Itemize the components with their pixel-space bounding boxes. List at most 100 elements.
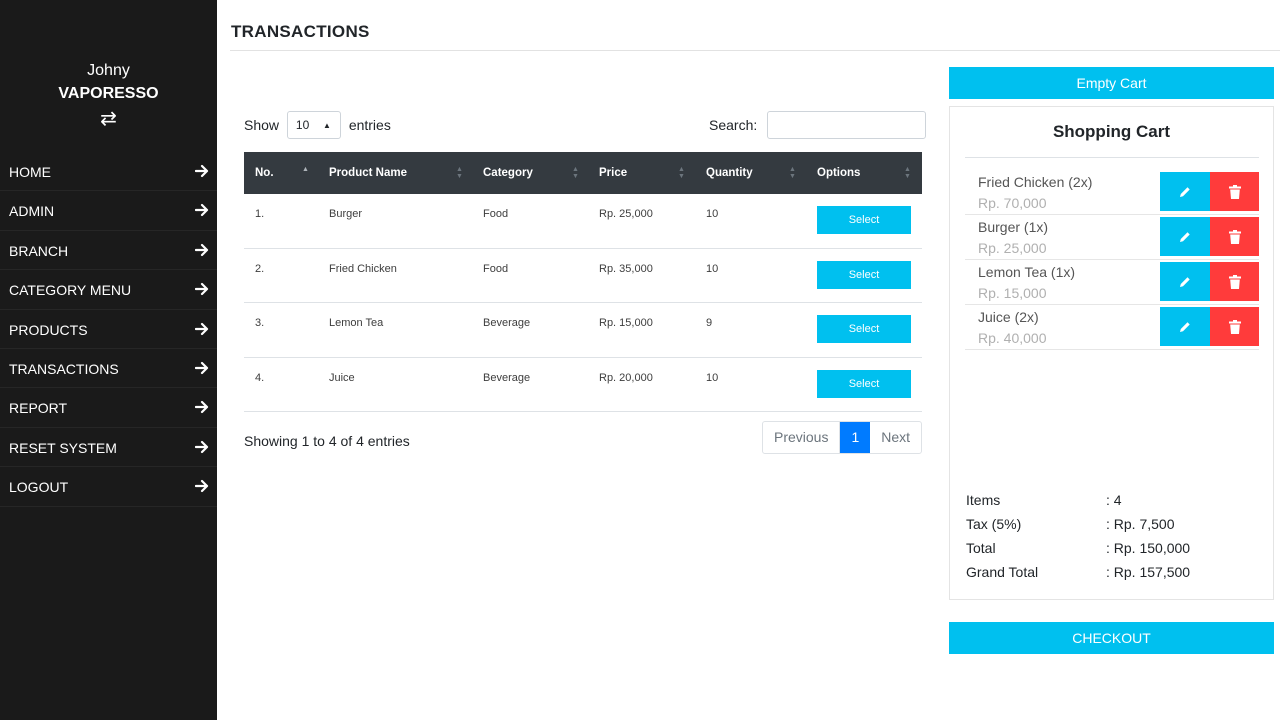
cell-quantity: 10 xyxy=(706,371,719,384)
search-label: Search: xyxy=(709,117,758,133)
sidebar-item-label: LOGOUT xyxy=(9,479,69,496)
cell-price: Rp. 15,000 xyxy=(599,317,653,329)
sidebar-item-branch[interactable]: BRANCH xyxy=(0,231,217,271)
trash-icon xyxy=(1228,319,1241,334)
sidebar-item-report[interactable]: REPORT xyxy=(0,388,217,428)
entries-select[interactable]: 10 ▲ xyxy=(286,111,341,139)
cell-product-name: Burger xyxy=(329,208,363,220)
trash-icon xyxy=(1228,274,1241,289)
arrow-right-icon xyxy=(195,440,209,453)
summary-row-items: Items : 4 xyxy=(966,492,1256,516)
summary-value: : Rp. 157,500 xyxy=(1106,564,1191,580)
sort-icon: ▲ ▼ xyxy=(904,166,911,180)
arrow-right-icon xyxy=(195,361,209,375)
pencil-icon xyxy=(1180,186,1190,197)
summary-label: Tax (5%) xyxy=(966,516,1022,532)
pagination-previous[interactable]: Previous xyxy=(763,422,841,453)
search-input[interactable] xyxy=(767,111,927,139)
sidebar-item-label: ADMIN xyxy=(9,203,55,220)
summary-value: : Rp. 7,500 xyxy=(1106,516,1175,532)
select-button[interactable]: Select xyxy=(817,260,911,289)
column-header-category[interactable]: Category xyxy=(483,152,533,194)
column-header-no[interactable]: No. xyxy=(255,152,274,194)
edit-item-button[interactable] xyxy=(1160,217,1210,256)
cell-category: Food xyxy=(483,208,509,220)
delete-item-button[interactable] xyxy=(1210,172,1259,211)
trash-icon xyxy=(1228,184,1241,199)
sidebar-item-reset-system[interactable]: RESET SYSTEM xyxy=(0,428,217,468)
products-table: No. ▲ Product Name ▲ ▼ Category ▲ ▼ Price … xyxy=(244,152,922,412)
cell-no: 3. xyxy=(255,317,265,329)
delete-item-button[interactable] xyxy=(1210,262,1259,301)
cell-product-name: Fried Chicken xyxy=(329,262,397,275)
cart-item-price: Rp. 15,000 xyxy=(978,285,1047,301)
user-panel: Johny VAPORESSO ⇄ xyxy=(0,60,217,130)
user-last-name: VAPORESSO xyxy=(58,85,159,102)
title-divider xyxy=(230,50,1280,51)
arrow-right-icon xyxy=(195,243,209,256)
cart-item: Burger (1x) Rp. 25,000 xyxy=(965,215,1259,260)
edit-item-button[interactable] xyxy=(1160,262,1210,301)
sort-asc-icon: ▲ xyxy=(302,166,309,173)
sidebar-nav: HOME ADMIN BRANCH CATEGORY MENU PRODUCTS… xyxy=(0,152,217,507)
pagination-next[interactable]: Next xyxy=(870,422,921,453)
sidebar-item-logout[interactable]: LOGOUT xyxy=(0,467,217,507)
cart-item: Lemon Tea (1x) Rp. 15,000 xyxy=(965,260,1259,305)
sidebar-item-label: CATEGORY MENU xyxy=(9,282,132,299)
sidebar-item-label: BRANCH xyxy=(9,242,69,259)
column-header-options[interactable]: Options xyxy=(817,152,860,194)
sidebar-item-label: RESET SYSTEM xyxy=(9,439,117,456)
cart-summary: Items : 4 Tax (5%) : Rp. 7,500 Total : R… xyxy=(966,492,1256,588)
edit-item-button[interactable] xyxy=(1160,307,1210,346)
delete-item-button[interactable] xyxy=(1210,307,1259,346)
cart-item-price: Rp. 40,000 xyxy=(978,330,1047,346)
pagination-page-1[interactable]: 1 xyxy=(840,422,871,453)
edit-item-button[interactable] xyxy=(1160,172,1210,211)
summary-row-grand-total: Grand Total : Rp. 157,500 xyxy=(966,564,1256,588)
sidebar-item-transactions[interactable]: TRANSACTIONS xyxy=(0,349,217,389)
pencil-icon xyxy=(1180,276,1190,287)
sidebar-item-admin[interactable]: ADMIN xyxy=(0,191,217,231)
cart-item-name: Lemon Tea (1x) xyxy=(978,264,1076,280)
sidebar-item-label: TRANSACTIONS xyxy=(9,360,119,377)
cart-list: Fried Chicken (2x) Rp. 70,000 Burger (1x… xyxy=(965,170,1259,350)
select-button[interactable]: Select xyxy=(817,206,911,234)
sidebar-item-category-menu[interactable]: CATEGORY MENU xyxy=(0,270,217,310)
table-info: Showing 1 to 4 of 4 entries xyxy=(244,433,410,449)
summary-label: Items xyxy=(966,492,1001,508)
sidebar-item-label: PRODUCTS xyxy=(9,321,88,338)
cell-no: 4. xyxy=(255,371,265,384)
summary-row-tax: Tax (5%) : Rp. 7,500 xyxy=(966,516,1256,540)
empty-cart-button[interactable]: Empty Cart xyxy=(949,67,1274,99)
column-header-product-name[interactable]: Product Name xyxy=(329,152,407,194)
sidebar-item-label: HOME xyxy=(9,164,51,180)
delete-item-button[interactable] xyxy=(1210,217,1259,256)
column-header-quantity[interactable]: Quantity xyxy=(706,152,753,194)
cell-no: 2. xyxy=(255,262,265,275)
select-button[interactable]: Select xyxy=(817,369,911,398)
checkout-button[interactable]: CHECKOUT xyxy=(949,622,1274,654)
cell-price: Rp. 25,000 xyxy=(599,208,653,220)
user-first-name: Johny xyxy=(87,62,130,79)
sidebar-item-home[interactable]: HOME xyxy=(0,152,217,192)
cart-item-price: Rp. 70,000 xyxy=(978,195,1047,211)
trash-icon xyxy=(1228,229,1241,244)
column-header-price[interactable]: Price xyxy=(599,152,627,194)
cart-divider xyxy=(965,157,1259,158)
cart-item-name: Juice (2x) xyxy=(978,309,1039,325)
cell-category: Food xyxy=(483,262,509,275)
cell-price: Rp. 20,000 xyxy=(599,371,653,384)
cell-no: 1. xyxy=(255,208,265,220)
sort-icon: ▲ ▼ xyxy=(572,166,579,180)
table-row: 4. Juice Beverage Rp. 20,000 10 Select xyxy=(244,358,922,412)
cell-category: Beverage xyxy=(483,317,531,329)
table-header: No. ▲ Product Name ▲ ▼ Category ▲ ▼ Price … xyxy=(244,152,922,194)
swap-arrows-icon[interactable]: ⇄ xyxy=(0,108,217,130)
summary-row-total: Total : Rp. 150,000 xyxy=(966,540,1256,564)
select-button[interactable]: Select xyxy=(817,315,911,343)
summary-label: Total xyxy=(966,540,996,556)
summary-value: : Rp. 150,000 xyxy=(1106,540,1191,556)
cart-item-name: Fried Chicken (2x) xyxy=(978,174,1093,190)
sort-icon: ▲ ▼ xyxy=(789,166,796,180)
sidebar-item-products[interactable]: PRODUCTS xyxy=(0,310,217,349)
